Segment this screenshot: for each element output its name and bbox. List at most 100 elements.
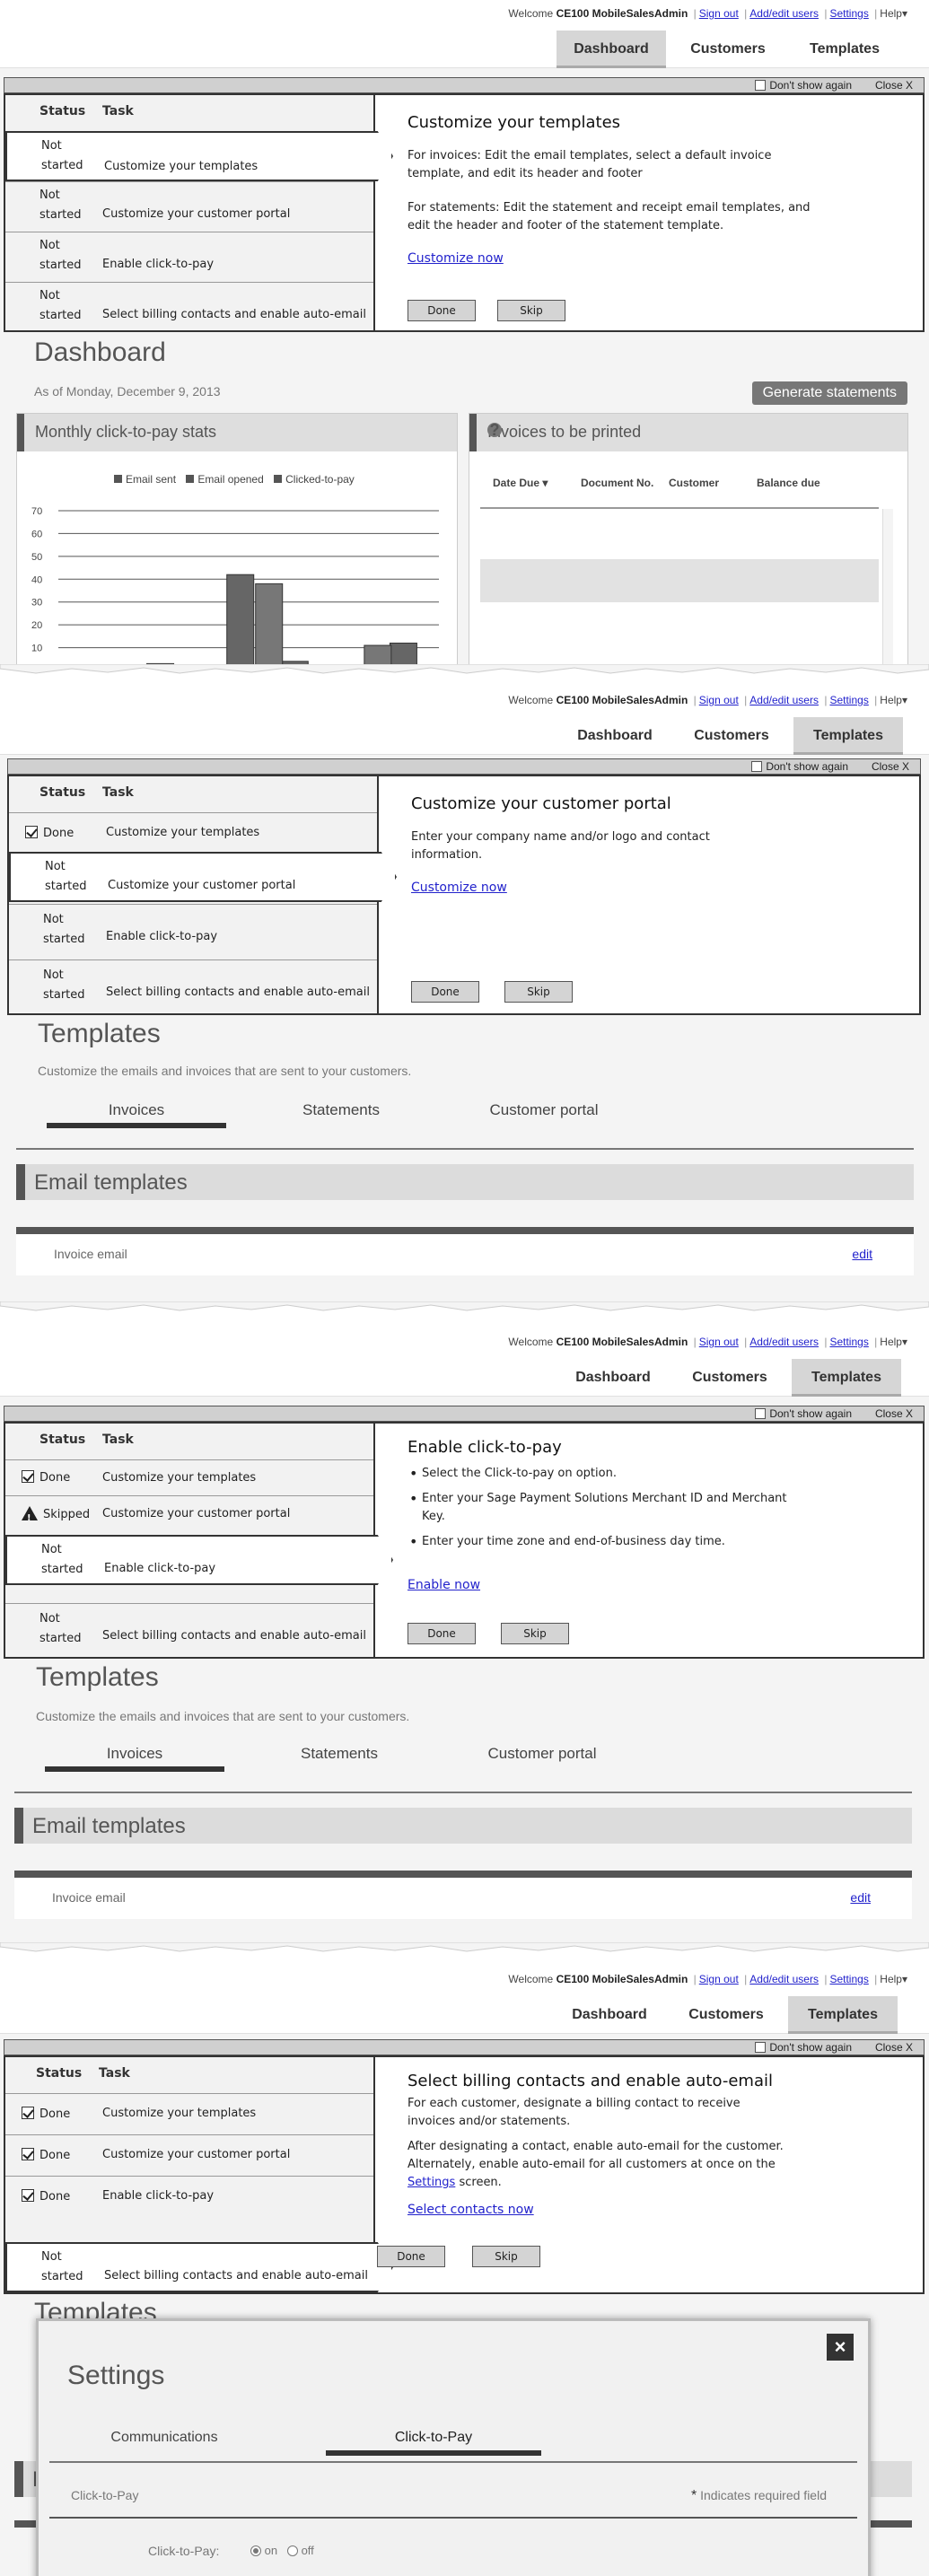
dont-show-again[interactable]: Don't show again	[751, 760, 848, 773]
sign-out-link[interactable]: Sign out	[699, 7, 739, 20]
tab-templates[interactable]: Templates	[788, 1996, 898, 2034]
task-row[interactable]: Done Customize your customer portal	[5, 2134, 373, 2176]
dont-show-again[interactable]: Don't show again	[755, 2041, 852, 2054]
tab-communications[interactable]: Communications	[74, 2420, 254, 2456]
sign-out-link[interactable]: Sign out	[699, 694, 739, 706]
tab-dashboard[interactable]: Dashboard	[557, 31, 666, 68]
generate-statements-button[interactable]: Generate statements	[751, 381, 907, 405]
close-wizard-button[interactable]: Close X	[872, 760, 909, 773]
scrollbar[interactable]	[882, 509, 893, 664]
tab-customers[interactable]: Customers	[671, 1996, 781, 2034]
done-button[interactable]: Done	[411, 981, 479, 1003]
tab-invoices[interactable]: Invoices	[45, 1736, 224, 1772]
dont-show-again[interactable]: Don't show again	[755, 1407, 852, 1420]
tab-templates[interactable]: Templates	[793, 717, 903, 755]
close-wizard-button[interactable]: Close X	[875, 1407, 913, 1420]
task-row[interactable]: Not started Customize your templates	[5, 131, 393, 181]
checkbox-icon[interactable]	[755, 2042, 767, 2053]
customize-now-link[interactable]: Customize now	[408, 251, 504, 266]
task-row[interactable]: Not started Select billing contacts and e…	[5, 2242, 393, 2292]
skip-button[interactable]: Skip	[501, 1623, 569, 1644]
close-icon[interactable]: ×	[827, 2334, 854, 2361]
task-row[interactable]: Done Enable click-to-pay	[5, 2176, 373, 2217]
tab-statements[interactable]: Statements	[250, 1736, 429, 1772]
skip-button[interactable]: Skip	[497, 300, 565, 321]
sign-out-link[interactable]: Sign out	[699, 1336, 739, 1348]
tab-click-to-pay[interactable]: Click-to-Pay	[326, 2420, 541, 2456]
sign-out-link[interactable]: Sign out	[699, 1973, 739, 1985]
done-button[interactable]: Done	[377, 2246, 445, 2267]
task-row[interactable]: Not started Customize your customer porta…	[5, 181, 373, 232]
add-edit-users-link[interactable]: Add/edit users	[749, 1336, 819, 1348]
checkbox-icon[interactable]	[755, 80, 767, 91]
task-row[interactable]: Done Customize your templates	[9, 812, 377, 852]
add-edit-users-link[interactable]: Add/edit users	[749, 7, 819, 20]
task-row[interactable]: Skipped Customize your customer portal	[5, 1495, 373, 1533]
tab-customers[interactable]: Customers	[673, 31, 783, 68]
add-edit-users-link[interactable]: Add/edit users	[749, 694, 819, 706]
tab-invoices[interactable]: Invoices	[47, 1092, 226, 1128]
task-row[interactable]: Not started Enable click-to-pay	[5, 1535, 393, 1585]
tab-dashboard[interactable]: Dashboard	[555, 1996, 664, 2034]
help-menu[interactable]: Help	[880, 7, 902, 20]
y-tick-label: 30	[31, 598, 42, 609]
task-list: Status Task Done Customize your template…	[9, 776, 397, 1015]
help-menu[interactable]: Help	[880, 1973, 902, 1985]
select-contacts-link[interactable]: Select contacts now	[408, 2203, 534, 2217]
tab-customer-portal[interactable]: Customer portal	[452, 1736, 632, 1772]
help-menu[interactable]: Help	[880, 694, 902, 706]
tab-dashboard[interactable]: Dashboard	[560, 717, 670, 755]
settings-link[interactable]: Settings	[829, 1336, 868, 1348]
task-list: Status Task Done Customize your template…	[5, 1424, 393, 1659]
dont-show-again[interactable]: Don't show again	[755, 79, 852, 92]
tab-customers[interactable]: Customers	[675, 1359, 784, 1397]
settings-link[interactable]: Settings	[829, 7, 868, 20]
tab-templates[interactable]: Templates	[792, 1359, 901, 1397]
card-header: Monthly click-to-pay stats	[17, 414, 457, 451]
top-links: Welcome CE100 MobileSalesAdmin | Sign out…	[508, 694, 907, 706]
detail-text: For invoices: Edit the email templates, …	[408, 149, 772, 180]
close-wizard-button[interactable]: Close X	[875, 2041, 913, 2054]
tab-dashboard[interactable]: Dashboard	[558, 1359, 668, 1397]
checkbox-icon[interactable]	[755, 1408, 767, 1419]
skip-button[interactable]: Skip	[472, 2246, 540, 2267]
task-row[interactable]: Done Customize your templates	[5, 1459, 373, 1495]
settings-link[interactable]: Settings	[829, 1973, 868, 1985]
top-bar: Welcome CE100 MobileSalesAdmin | Sign out…	[0, 1328, 929, 1359]
col-document-no[interactable]: Document No.	[581, 477, 653, 489]
col-date-due[interactable]: Date Due ▾	[493, 477, 548, 489]
task-row[interactable]: Not started Enable click-to-pay	[9, 904, 377, 959]
settings-inline-link[interactable]: Settings	[408, 2176, 455, 2189]
skip-button[interactable]: Skip	[504, 981, 573, 1003]
col-customer[interactable]: Customer	[669, 477, 719, 489]
task-row[interactable]: Not started Select billing contacts and e…	[5, 1603, 373, 1659]
table-row[interactable]	[480, 559, 879, 602]
edit-link[interactable]: edit	[850, 1890, 871, 1905]
done-button[interactable]: Done	[408, 1623, 476, 1644]
task-row[interactable]: Not started Select billing contacts and e…	[9, 959, 377, 1015]
tab-statements[interactable]: Statements	[251, 1092, 431, 1128]
chart-bar	[226, 574, 255, 664]
close-wizard-button[interactable]: Close X	[875, 79, 913, 92]
task-row[interactable]: Not started Customize your customer porta…	[9, 852, 397, 902]
checkbox-icon[interactable]	[751, 761, 763, 772]
add-edit-users-link[interactable]: Add/edit users	[749, 1973, 819, 1985]
click-to-pay-radio-group: on off	[250, 2544, 314, 2557]
settings-link[interactable]: Settings	[829, 694, 868, 706]
edit-link[interactable]: edit	[852, 1247, 872, 1261]
tab-templates[interactable]: Templates	[790, 31, 899, 68]
help-menu[interactable]: Help	[880, 1336, 902, 1348]
list-item: Invoice email edit	[14, 1878, 912, 1919]
done-button[interactable]: Done	[408, 300, 476, 321]
tab-customers[interactable]: Customers	[677, 717, 786, 755]
help-icon[interactable]: ?	[487, 422, 502, 438]
task-row[interactable]: Done Customize your templates	[5, 2093, 373, 2134]
tab-customer-portal[interactable]: Customer portal	[454, 1092, 634, 1128]
radio-on[interactable]: on	[250, 2544, 277, 2557]
task-row[interactable]: Not started Enable click-to-pay	[5, 232, 373, 282]
radio-off[interactable]: off	[286, 2544, 314, 2557]
col-balance-due[interactable]: Balance due	[757, 477, 820, 489]
task-row[interactable]: Not started Select billing contacts and e…	[5, 282, 373, 332]
customize-now-link[interactable]: Customize now	[411, 881, 507, 895]
enable-now-link[interactable]: Enable now	[408, 1578, 480, 1592]
